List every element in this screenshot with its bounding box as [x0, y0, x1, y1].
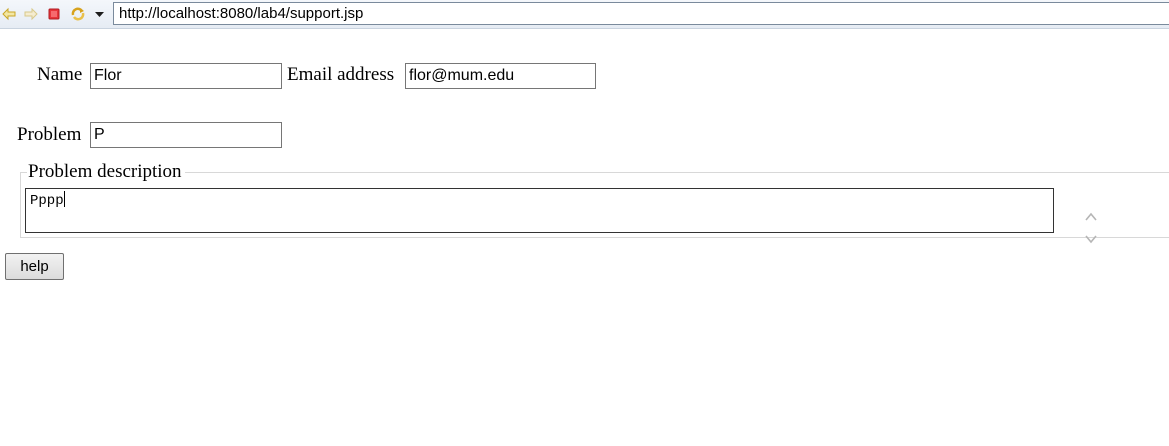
name-input[interactable]: Flor	[90, 63, 282, 89]
text-caret	[63, 191, 65, 207]
description-text: Pppp	[30, 193, 64, 209]
stop-icon[interactable]	[46, 6, 62, 22]
back-icon[interactable]	[1, 6, 17, 22]
forward-icon[interactable]	[23, 6, 39, 22]
dropdown-arrow-icon[interactable]	[92, 6, 108, 22]
scroll-up-icon[interactable]	[1033, 191, 1098, 221]
problem-input[interactable]: P	[90, 122, 282, 148]
address-bar[interactable]: http://localhost:8080/lab4/support.jsp	[113, 2, 1169, 25]
problem-description-textarea[interactable]: Pppp	[25, 188, 1098, 244]
email-input[interactable]: flor@mum.edu	[405, 63, 596, 89]
name-label: Name	[37, 64, 83, 85]
problem-description-legend: Problem description	[27, 161, 185, 183]
browser-toolbar: http://localhost:8080/lab4/support.jsp	[0, 0, 1169, 29]
refresh-icon[interactable]	[70, 6, 86, 22]
help-button[interactable]: help	[5, 253, 64, 280]
problem-label: Problem	[17, 124, 82, 145]
scroll-down-icon[interactable]	[1033, 213, 1098, 244]
email-label: Email address	[287, 64, 395, 85]
textarea-scrollbar[interactable]	[1033, 191, 1098, 244]
